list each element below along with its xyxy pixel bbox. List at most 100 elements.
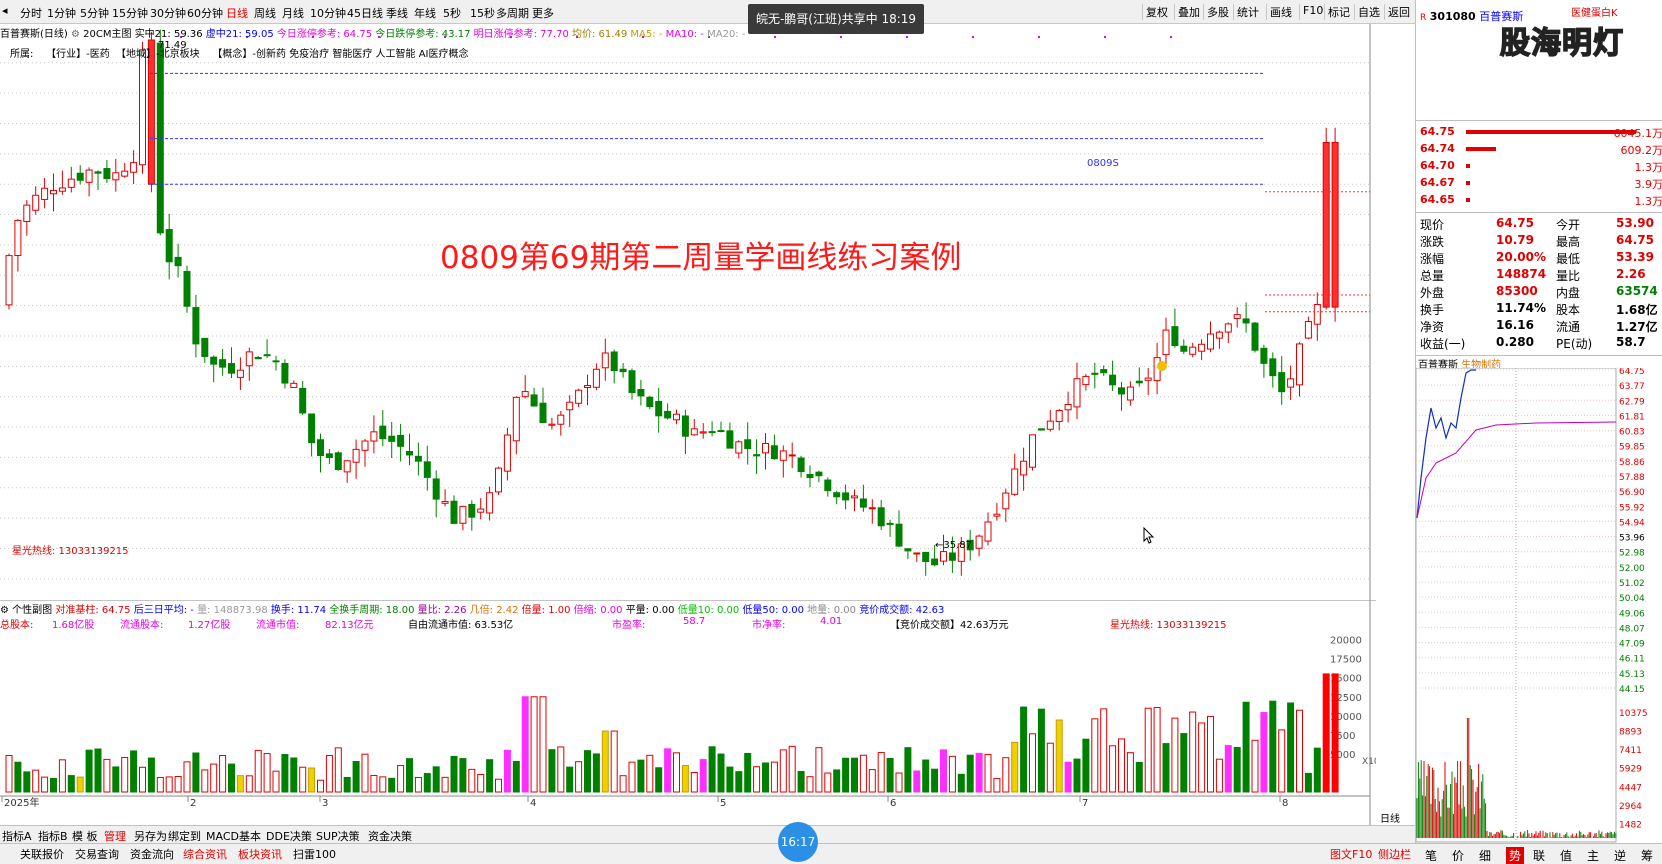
volume-bar [352, 761, 360, 793]
line-label: 0809S [1087, 158, 1119, 169]
bid-row[interactable]: 64.70 1.3万 [1416, 159, 1662, 175]
nav-back-icon[interactable]: ◂ [2, 4, 8, 17]
indicator-tab[interactable]: SUP决策 [316, 828, 360, 844]
toolbar-button[interactable]: 统计 [1233, 4, 1262, 20]
intraday-mini-chart[interactable]: 64.75 63.77 62.79 61.81 60.83 59.85 58.86 57.88… [1416, 368, 1662, 843]
panel-tab[interactable]: 值 [1560, 847, 1572, 864]
candle-body [503, 434, 511, 472]
toolbar-button[interactable]: 标记 [1324, 4, 1353, 20]
panel-tab[interactable]: 筹 [1641, 847, 1653, 864]
volume-bar [85, 749, 93, 793]
candle [76, 165, 84, 185]
period-tab[interactable]: 5秒 [443, 5, 461, 21]
volume-bar [868, 769, 876, 793]
status-tab[interactable]: 综合资讯 [183, 846, 227, 862]
toolbar-button[interactable]: 返回 [1384, 4, 1413, 20]
indicator-tab[interactable]: 指标B [38, 828, 68, 844]
indicator-tab[interactable]: 绑定到 [168, 828, 201, 844]
quote-label: 最高 [1556, 235, 1581, 249]
period-tab[interactable]: 分时 [20, 5, 42, 21]
quote-label: 涨幅 [1420, 252, 1445, 266]
indicator-tab[interactable]: 指标A [2, 828, 32, 844]
candle-body [308, 413, 316, 444]
period-tab[interactable]: 多周期 [496, 5, 529, 21]
indicator-tab[interactable]: 另存为 [134, 828, 167, 844]
mini-price-label: 54.94 [1619, 518, 1645, 528]
status-tab[interactable]: 关联报价 [20, 846, 64, 862]
volume-bar [1118, 738, 1125, 793]
toolbar-button[interactable]: 叠加 [1174, 4, 1203, 20]
toolbar-button[interactable]: F10 [1299, 4, 1326, 20]
period-tab[interactable]: 年线 [414, 5, 436, 21]
status-right-button[interactable]: 侧边栏 [1378, 846, 1411, 862]
indicator-tab[interactable]: MACD基本 [206, 828, 261, 844]
status-tab[interactable]: 交易查询 [75, 846, 119, 862]
indicator-tab[interactable]: DDE决策 [266, 828, 312, 844]
period-tab[interactable]: 30分钟 [150, 5, 186, 21]
candle [67, 166, 75, 193]
quote-value: 53.39 [1616, 250, 1654, 264]
period-tab[interactable]: 15分钟 [112, 5, 148, 21]
toolbar-button[interactable]: 画线 [1266, 4, 1295, 20]
panel-tab[interactable]: 细 [1479, 847, 1491, 864]
candle-body [1135, 380, 1143, 384]
toolbar-button[interactable]: 复权 [1142, 4, 1171, 20]
indicator-tab[interactable]: 模 板 [72, 828, 98, 844]
panel-tab[interactable]: 价 [1452, 847, 1464, 864]
panel-tab[interactable]: 联 [1533, 847, 1545, 864]
candle [895, 510, 903, 548]
period-tab[interactable]: 季线 [386, 5, 408, 21]
period-tab[interactable]: 45日线 [347, 5, 383, 21]
candle-body [192, 307, 200, 345]
volume-bar [370, 774, 378, 793]
panel-tab[interactable]: 主 [1587, 847, 1599, 864]
candle [299, 381, 307, 415]
period-tab[interactable]: 更多 [532, 5, 554, 21]
status-right-button[interactable]: 图文F10 [1330, 846, 1372, 862]
status-tab[interactable]: 资金流向 [130, 846, 174, 862]
indicator-tab[interactable]: 管理 [104, 828, 126, 844]
status-tab[interactable]: 板块资讯 [238, 846, 282, 862]
period-tab[interactable]: 15秒 [470, 5, 495, 21]
mini-price-label: 60.83 [1619, 428, 1645, 438]
period-tab[interactable]: 60分钟 [187, 5, 223, 21]
candle-body [673, 413, 680, 421]
panel-tab[interactable]: 笔 [1425, 847, 1437, 864]
bid-row[interactable]: 64.65 1.3万 [1416, 193, 1662, 209]
candle [183, 265, 191, 313]
volume-bar [779, 749, 787, 793]
candle [50, 173, 57, 212]
time-badge[interactable]: 16:17 [778, 822, 818, 862]
volume-bar [957, 773, 965, 793]
settings-icon[interactable]: ⚙ [71, 29, 80, 40]
period-tab[interactable]: 周线 [254, 5, 276, 21]
panel-tab[interactable]: 势 [1506, 847, 1525, 864]
volume-bar [1331, 673, 1339, 793]
candle [681, 409, 689, 455]
status-tab[interactable]: 扫雷100 [293, 846, 336, 862]
candle [851, 489, 858, 512]
volume-bar [512, 760, 520, 793]
volume-bar [797, 771, 805, 793]
bid-row[interactable]: 64.75 6045.1万 [1416, 125, 1662, 141]
volume-chart[interactable]: 200001750015000125001000075005000X102025… [0, 600, 1376, 836]
candle-body [797, 457, 805, 473]
bid-row[interactable]: 64.67 3.9万 [1416, 176, 1662, 192]
indicator-tab[interactable]: 资金决策 [368, 828, 412, 844]
volume-bar [940, 749, 947, 793]
period-tab[interactable]: 日线 [226, 5, 248, 21]
candlestick-chart[interactable]: 70.0068.0066.0064.0062.0060.0058.0056.00… [0, 24, 1376, 600]
bid-row[interactable]: 64.74 609.2万 [1416, 142, 1662, 158]
period-tab[interactable]: 5分钟 [80, 5, 109, 21]
toolbar-button[interactable]: 自选 [1354, 4, 1383, 20]
toolbar-button[interactable]: 多股 [1203, 4, 1232, 20]
panel-tab[interactable]: 逆 [1614, 847, 1626, 864]
candle-body [58, 187, 66, 192]
period-tab[interactable]: 1分钟 [47, 5, 76, 21]
volume-bar [219, 754, 227, 793]
candle-body [352, 448, 360, 463]
volume-bar [1135, 761, 1143, 793]
period-tab[interactable]: 月线 [282, 5, 304, 21]
period-tab[interactable]: 10分钟 [310, 5, 346, 21]
indicator-name[interactable]: 20CM主图 [83, 29, 131, 40]
